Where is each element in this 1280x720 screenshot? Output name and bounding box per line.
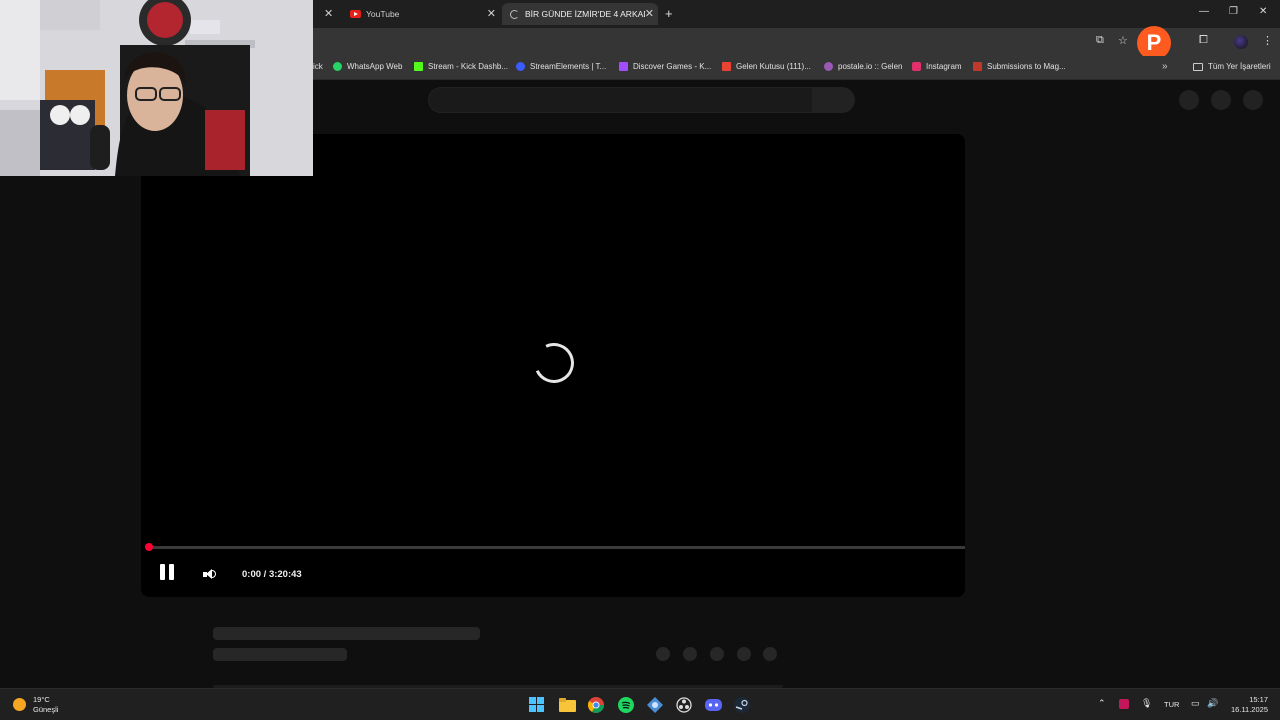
kick-games-icon [619,62,628,71]
webcam-overlay [0,0,313,176]
postale-icon [824,62,833,71]
language-indicator[interactable]: TUR [1164,700,1179,709]
clock-time: 15:17 [1249,695,1268,704]
extension-badge-label: P [1146,30,1162,55]
more-bookmarks-icon[interactable]: » [1162,61,1168,72]
weather-description: Güneşli [33,705,59,714]
extension-p-icon[interactable]: P [1137,26,1171,60]
app-icon[interactable] [645,695,665,715]
weather-temperature: 19°C [33,695,50,704]
bookmark-label: ick [313,62,323,71]
chrome-icon[interactable] [586,695,606,715]
action-placeholder [656,647,670,661]
bookmark-label: Discover Games - K... [633,62,712,71]
magazine-icon [973,62,982,71]
bookmark-kick[interactable]: Stream - Kick Dashb... [414,62,508,71]
action-placeholder [737,647,751,661]
screen: ✕ YouTube ✕ BİR GÜNDE İZMİR'DE 4 ARKADAŞ… [0,0,1280,720]
bookmark-label: postale.io :: Gelen [838,62,903,71]
channel-placeholder [213,648,347,661]
clock-date: 16.11.2025 [1231,705,1268,714]
bookmark-instagram[interactable]: Instagram [912,62,962,71]
search-input[interactable] [428,87,813,113]
video-player[interactable]: 0:00 / 3:20:43 [141,134,965,597]
action-placeholder [710,647,724,661]
speaker-icon[interactable]: 🔊 [1207,698,1218,709]
duration: 3:20:43 [268,569,302,580]
bookmark-magazine[interactable]: Submissions to Mag... [973,62,1066,71]
search-button[interactable] [813,87,855,113]
action-placeholder [763,647,777,661]
current-time: 0:00 [242,569,262,580]
whatsapp-icon [333,62,342,71]
new-tab-button[interactable]: + [665,6,673,21]
spotify-icon[interactable] [616,695,636,715]
chevron-up-icon[interactable]: ⌃ [1098,698,1106,709]
youtube-icon [350,10,361,18]
close-tab-icon[interactable]: ✕ [324,7,333,20]
time-separator: / [261,569,269,580]
avatar[interactable] [1234,35,1248,49]
bookmark-star-icon[interactable]: ☆ [1118,34,1128,47]
volume-icon[interactable] [203,568,217,580]
streamelements-icon [516,62,525,71]
loading-icon [510,9,519,19]
close-window-icon[interactable]: ✕ [1259,6,1267,17]
bookmark-postale[interactable]: postale.io :: Gelen [824,62,902,71]
loading-spinner [528,337,580,389]
bookmark-label: Submissions to Mag... [987,62,1066,71]
bookmark-streamelements[interactable]: StreamElements | T... [516,62,606,71]
all-bookmarks-folder[interactable]: Tüm Yer İşaretleri [1193,62,1271,71]
progress-bar[interactable] [149,546,965,549]
pause-button[interactable] [160,564,176,580]
bookmark-kick-games[interactable]: Discover Games - K... [619,62,711,71]
minimize-icon[interactable]: — [1199,6,1209,17]
obs-icon[interactable] [674,695,694,715]
close-tab-icon[interactable]: ✕ [645,7,654,20]
bookmark-item[interactable]: ick [313,62,323,71]
weather-sun-icon[interactable] [13,698,26,711]
system-clock[interactable]: 15:17 16.11.2025 [1226,695,1268,715]
bookmark-label: Stream - Kick Dashb... [428,62,509,71]
tab-youtube[interactable]: YouTube ✕ [340,3,500,25]
kick-icon [414,62,423,71]
gmail-icon [722,62,731,71]
weather-widget[interactable]: 19°C Güneşli [33,695,58,715]
bookmark-label: Instagram [926,62,962,71]
bookmark-label: WhatsApp Web [347,62,403,71]
translate-icon[interactable]: ⧉ [1096,34,1104,47]
bookmark-label: Gelen Kutusu (111)... [736,62,811,71]
folder-label: Tüm Yer İşaretleri [1208,62,1271,71]
instagram-icon [912,62,921,71]
menu-icon[interactable]: ⋮ [1262,34,1273,47]
bookmark-whatsapp[interactable]: WhatsApp Web [333,62,402,71]
bookmark-label: StreamElements | T... [530,62,607,71]
scrubber-handle[interactable] [145,543,153,551]
action-placeholder [683,647,697,661]
extensions-icon[interactable]: ⧠ [1199,34,1208,47]
create-icon[interactable] [1179,90,1199,110]
tab-title: BİR GÜNDE İZMİR'DE 4 ARKADAŞ [525,9,645,19]
microphone-icon[interactable]: 🎙 [1141,698,1152,709]
restore-icon[interactable]: ❐ [1229,6,1238,17]
close-tab-icon[interactable]: ✕ [487,7,496,20]
windows-start-icon[interactable] [527,695,547,715]
network-icon[interactable]: ▭ [1191,698,1200,709]
tray-app-icon[interactable] [1119,699,1129,709]
file-explorer-icon[interactable] [557,695,577,715]
time-display: 0:00 / 3:20:43 [242,569,302,580]
tab-video[interactable]: BİR GÜNDE İZMİR'DE 4 ARKADAŞ ✕ [502,3,658,25]
title-placeholder [213,627,480,640]
tab-title: YouTube [366,9,400,19]
streamer-webcam-image [0,0,313,176]
taskbar: 19°C Güneşli ⌃ 🎙 TUR ▭ 🔊 15:17 16.11.202… [0,688,1280,720]
bookmark-gmail[interactable]: Gelen Kutusu (111)... [722,62,811,71]
notifications-icon[interactable] [1211,90,1231,110]
folder-icon [1193,62,1203,71]
discord-icon[interactable] [703,695,723,715]
steam-icon[interactable] [732,695,752,715]
avatar[interactable] [1243,90,1263,110]
